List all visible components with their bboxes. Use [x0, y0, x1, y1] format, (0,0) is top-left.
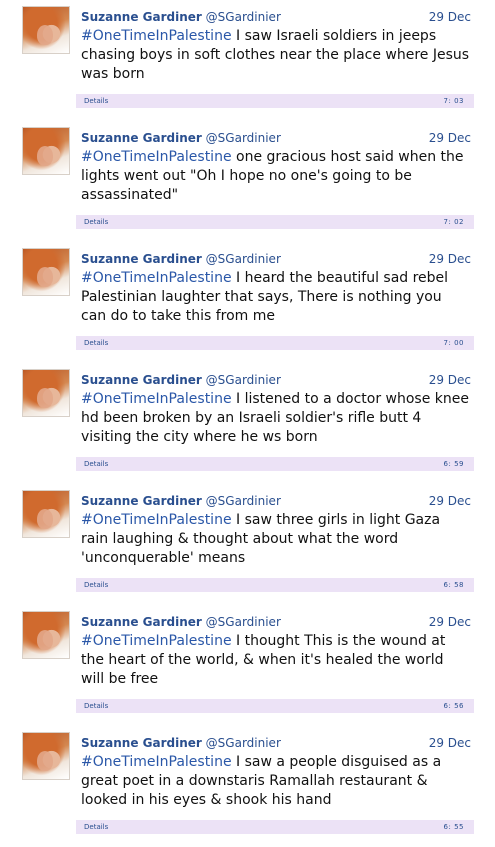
author-handle[interactable]: @SGardinier	[206, 131, 281, 145]
avatar[interactable]	[22, 369, 70, 417]
tweet-date[interactable]: 29 Dec	[429, 494, 471, 508]
tweet-time: 7: 03	[443, 97, 464, 105]
author-name[interactable]: Suzanne Gardiner	[81, 494, 202, 508]
tweet-author: Suzanne Gardiner @SGardinier	[81, 615, 281, 629]
tweet-item: Suzanne Gardiner @SGardinier 29 Dec #One…	[0, 726, 495, 847]
tweet-time: 6: 59	[443, 460, 464, 468]
hashtag-link[interactable]: #OneTimeInPalestine	[81, 391, 232, 407]
author-handle[interactable]: @SGardinier	[206, 10, 281, 24]
author-name[interactable]: Suzanne Gardiner	[81, 373, 202, 387]
details-link[interactable]: Details	[84, 215, 108, 229]
tweet-author: Suzanne Gardiner @SGardinier	[81, 10, 281, 24]
hashtag-link[interactable]: #OneTimeInPalestine	[81, 149, 232, 165]
hashtag-link[interactable]: #OneTimeInPalestine	[81, 512, 232, 528]
details-link[interactable]: Details	[84, 820, 108, 834]
tweet-author: Suzanne Gardiner @SGardinier	[81, 131, 281, 145]
author-handle[interactable]: @SGardinier	[206, 736, 281, 750]
details-link[interactable]: Details	[84, 457, 108, 471]
hashtag-link[interactable]: #OneTimeInPalestine	[81, 28, 232, 44]
details-bar: Details 7: 02	[76, 215, 474, 229]
tweet-text: #OneTimeInPalestine I listened to a doct…	[81, 390, 471, 447]
tweet-item: Suzanne Gardiner @SGardinier 29 Dec #One…	[0, 0, 495, 121]
author-name[interactable]: Suzanne Gardiner	[81, 252, 202, 266]
author-handle[interactable]: @SGardinier	[206, 252, 281, 266]
author-handle[interactable]: @SGardinier	[206, 615, 281, 629]
hashtag-link[interactable]: #OneTimeInPalestine	[81, 633, 232, 649]
tweet-date[interactable]: 29 Dec	[429, 615, 471, 629]
hashtag-link[interactable]: #OneTimeInPalestine	[81, 754, 232, 770]
tweet-text: #OneTimeInPalestine I saw three girls in…	[81, 511, 471, 568]
details-link[interactable]: Details	[84, 336, 108, 350]
details-link[interactable]: Details	[84, 94, 108, 108]
details-bar: Details 7: 00	[76, 336, 474, 350]
author-name[interactable]: Suzanne Gardiner	[81, 615, 202, 629]
author-name[interactable]: Suzanne Gardiner	[81, 131, 202, 145]
tweet-time: 7: 02	[443, 218, 464, 226]
tweet-text: #OneTimeInPalestine I saw a people disgu…	[81, 753, 471, 810]
tweet-text: #OneTimeInPalestine one gracious host sa…	[81, 148, 471, 205]
author-name[interactable]: Suzanne Gardiner	[81, 736, 202, 750]
details-bar: Details 6: 55	[76, 820, 474, 834]
tweet-time: 6: 56	[443, 702, 464, 710]
tweet-author: Suzanne Gardiner @SGardinier	[81, 494, 281, 508]
avatar[interactable]	[22, 732, 70, 780]
tweet-item: Suzanne Gardiner @SGardinier 29 Dec #One…	[0, 242, 495, 363]
tweet-date[interactable]: 29 Dec	[429, 373, 471, 387]
details-bar: Details 6: 59	[76, 457, 474, 471]
details-bar: Details 7: 03	[76, 94, 474, 108]
tweet-item: Suzanne Gardiner @SGardinier 29 Dec #One…	[0, 121, 495, 242]
details-bar: Details 6: 58	[76, 578, 474, 592]
details-link[interactable]: Details	[84, 578, 108, 592]
details-link[interactable]: Details	[84, 699, 108, 713]
tweet-author: Suzanne Gardiner @SGardinier	[81, 736, 281, 750]
tweet-date[interactable]: 29 Dec	[429, 10, 471, 24]
tweet-item: Suzanne Gardiner @SGardinier 29 Dec #One…	[0, 363, 495, 484]
avatar[interactable]	[22, 127, 70, 175]
author-name[interactable]: Suzanne Gardiner	[81, 10, 202, 24]
details-bar: Details 6: 56	[76, 699, 474, 713]
tweet-item: Suzanne Gardiner @SGardinier 29 Dec #One…	[0, 605, 495, 726]
avatar[interactable]	[22, 611, 70, 659]
tweet-date[interactable]: 29 Dec	[429, 131, 471, 145]
tweet-item: Suzanne Gardiner @SGardinier 29 Dec #One…	[0, 484, 495, 605]
tweet-author: Suzanne Gardiner @SGardinier	[81, 373, 281, 387]
tweet-text: #OneTimeInPalestine I thought This is th…	[81, 632, 471, 689]
author-handle[interactable]: @SGardinier	[206, 494, 281, 508]
avatar[interactable]	[22, 6, 70, 54]
tweet-time: 6: 55	[443, 823, 464, 831]
tweet-time: 7: 00	[443, 339, 464, 347]
author-handle[interactable]: @SGardinier	[206, 373, 281, 387]
tweet-feed: Suzanne Gardiner @SGardinier 29 Dec #One…	[0, 0, 495, 847]
tweet-text: #OneTimeInPalestine I heard the beautifu…	[81, 269, 471, 326]
tweet-text: #OneTimeInPalestine I saw Israeli soldie…	[81, 27, 471, 84]
avatar[interactable]	[22, 490, 70, 538]
hashtag-link[interactable]: #OneTimeInPalestine	[81, 270, 232, 286]
tweet-date[interactable]: 29 Dec	[429, 736, 471, 750]
tweet-date[interactable]: 29 Dec	[429, 252, 471, 266]
tweet-time: 6: 58	[443, 581, 464, 589]
tweet-author: Suzanne Gardiner @SGardinier	[81, 252, 281, 266]
avatar[interactable]	[22, 248, 70, 296]
